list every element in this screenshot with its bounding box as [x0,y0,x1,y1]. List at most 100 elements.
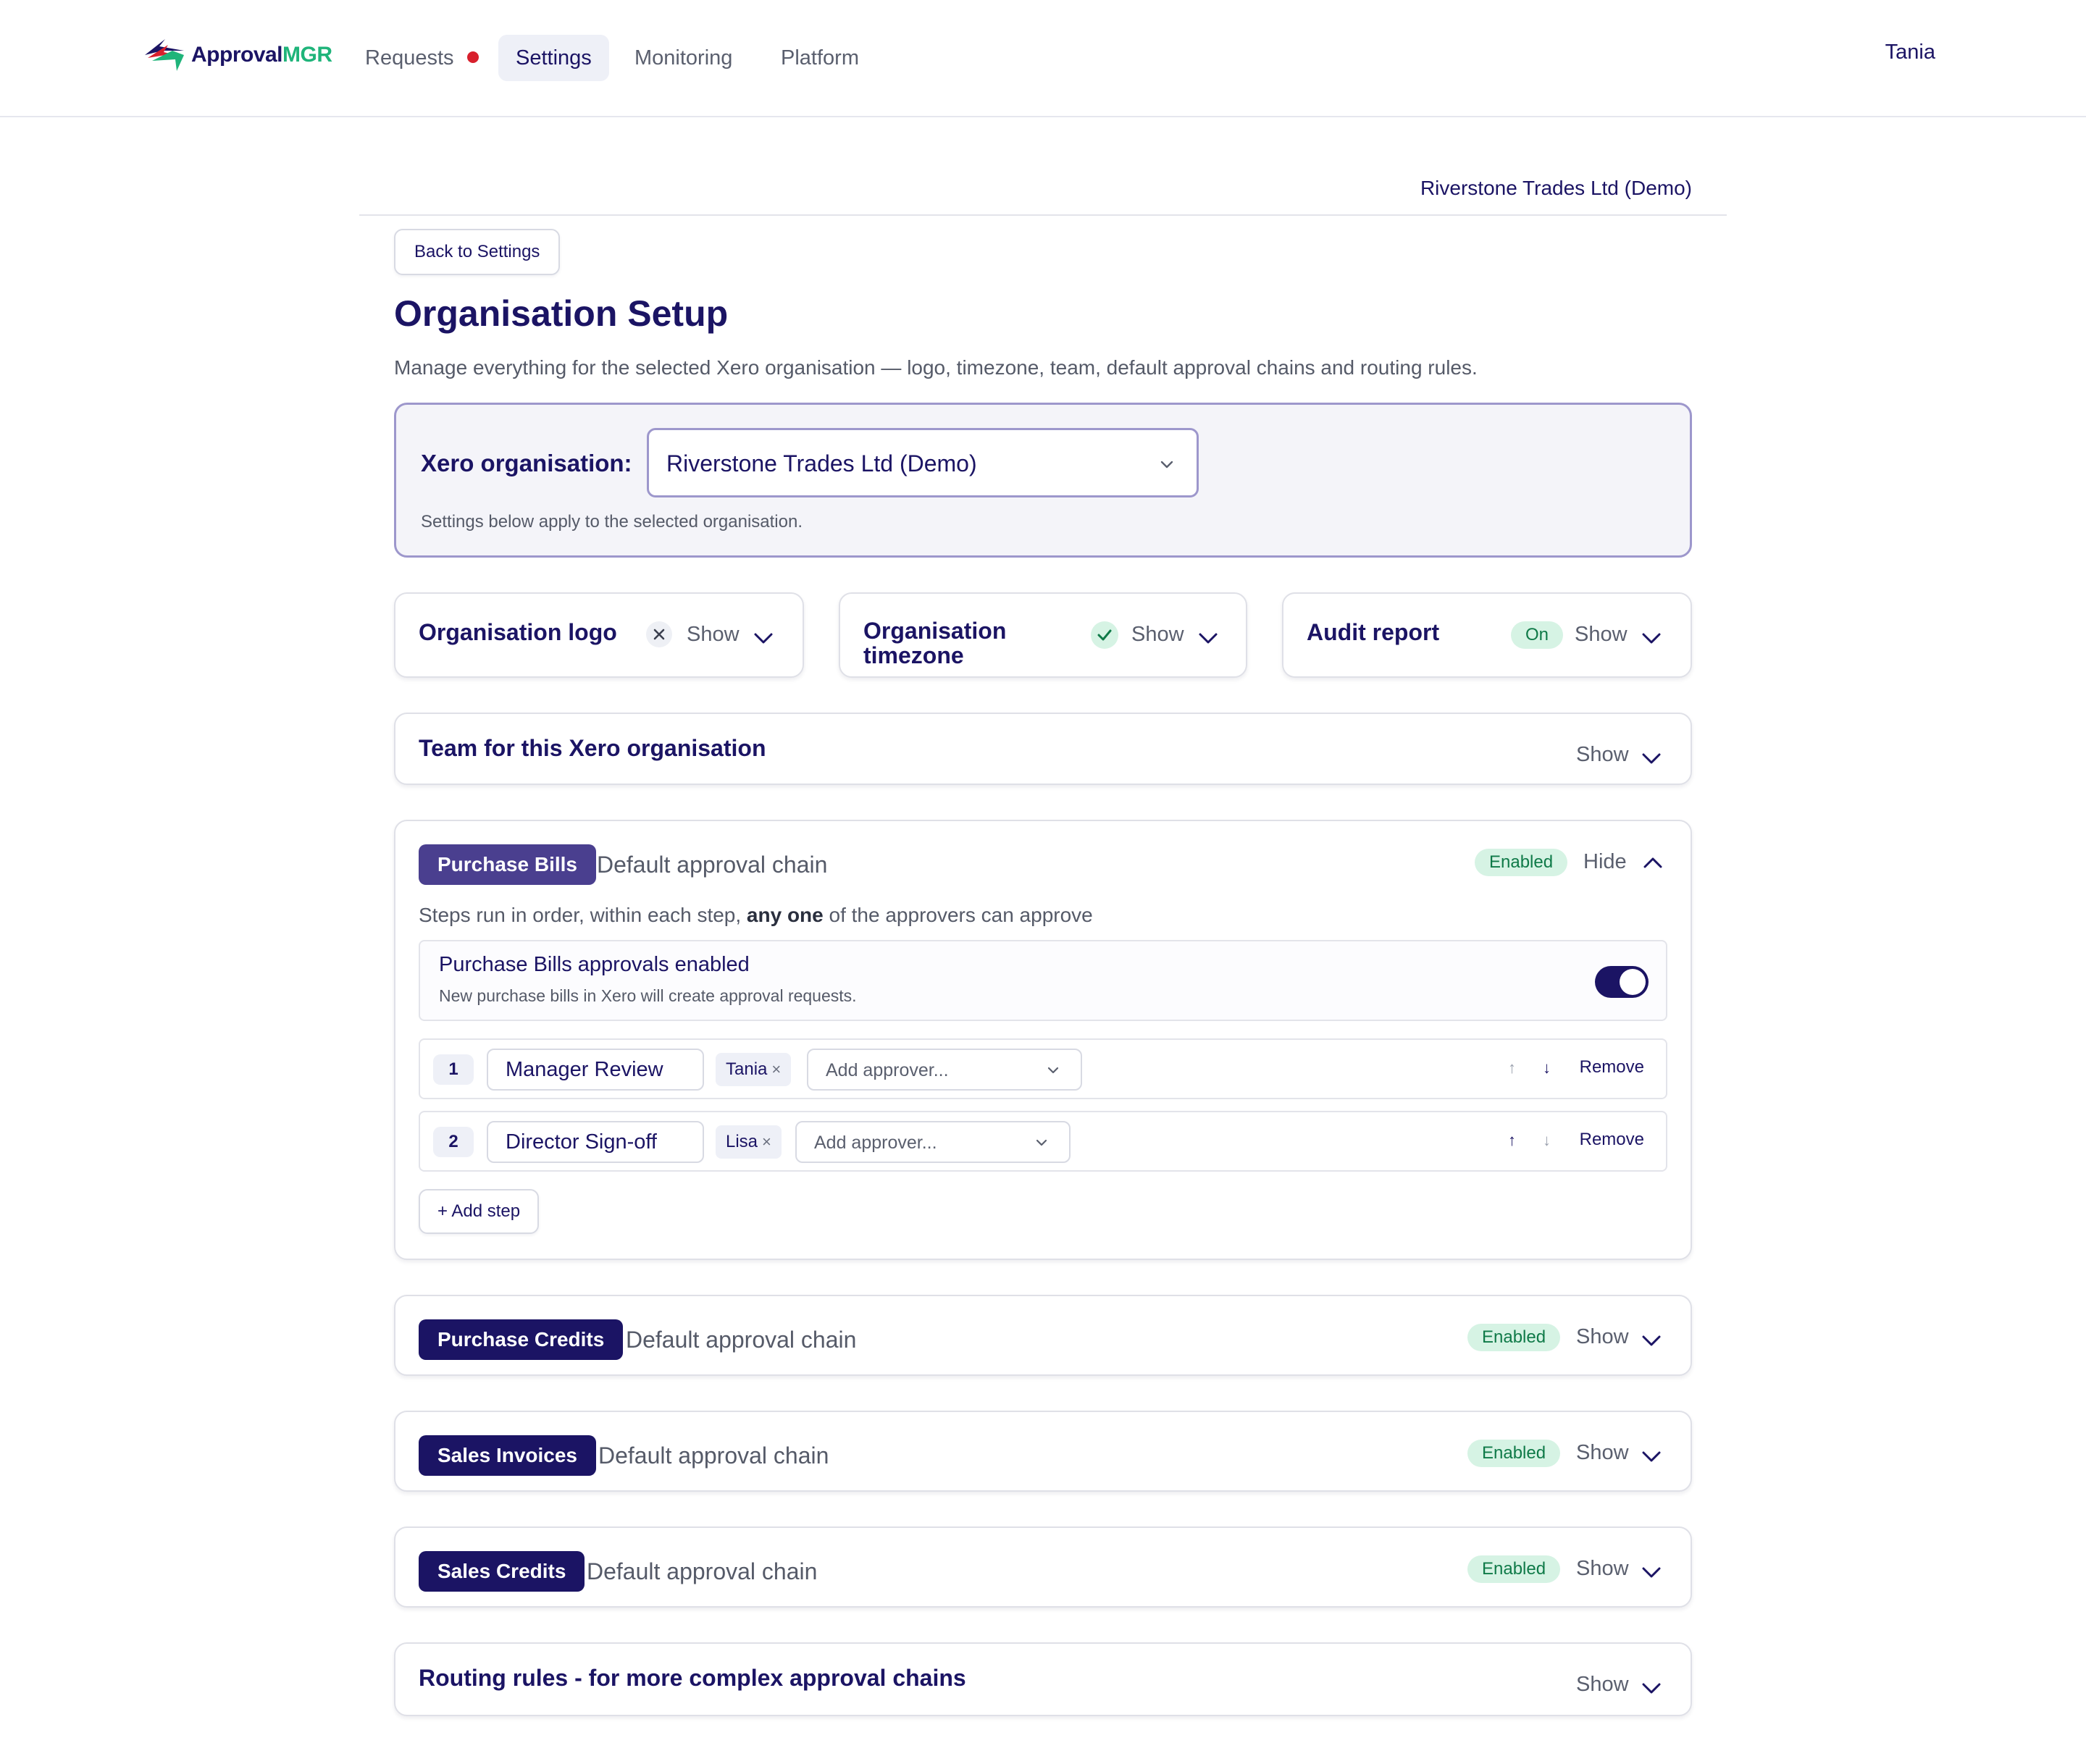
app-logo[interactable]: ApprovalMGR [143,33,332,77]
remove-step-button[interactable]: Remove [1580,1057,1644,1078]
chevron-down-icon[interactable] [1641,631,1662,644]
sales-credits-tag: Sales Credits [419,1551,585,1592]
nav-settings[interactable]: Settings [498,35,609,81]
add-approver-placeholder: Add approver... [826,1060,949,1080]
enabled-badge: Enabled [1467,1440,1561,1467]
purchase-credits-chain-card[interactable]: Purchase Credits Default approval chain … [394,1295,1692,1376]
nav-requests[interactable]: Requests [348,35,496,81]
top-navigation: ApprovalMGR Requests Settings Monitoring… [0,0,2086,117]
page-title: Organisation Setup [394,293,729,334]
show-toggle-label[interactable]: Show [687,623,740,647]
organisation-timezone-title: Organisation timezone [863,618,1006,668]
nav-requests-label: Requests [365,46,454,70]
note-emphasis: any one [746,904,824,926]
chevron-down-icon [1160,461,1173,469]
nav-platform-label: Platform [781,46,859,70]
remove-approver-icon[interactable]: × [771,1060,781,1078]
approver-chip: Lisa × [716,1125,782,1159]
move-down-icon[interactable]: ↓ [1543,1059,1551,1078]
note-text: Steps run in order, within each step, [419,904,747,926]
note-text: of the approvers can approve [823,904,1093,926]
team-card-title: Team for this Xero organisation [419,735,766,761]
chain-subtitle: Default approval chain [626,1327,857,1353]
approvals-enabled-toggle[interactable] [1595,966,1649,998]
org-select[interactable]: Riverstone Trades Ltd (Demo) [647,428,1199,497]
purchase-bills-tag: Purchase Bills [419,844,596,885]
hide-toggle-label[interactable]: Hide [1583,850,1627,874]
sales-invoices-tag: Sales Invoices [419,1435,597,1476]
show-toggle-label[interactable]: Show [1575,623,1628,647]
purchase-bills-chain-card: Purchase Bills Default approval chain En… [394,820,1692,1260]
enabled-badge: Enabled [1467,1324,1561,1351]
nav-monitoring-label: Monitoring [634,46,733,70]
approver-name: Tania [726,1059,768,1079]
add-approver-select[interactable]: Add approver... [795,1121,1071,1163]
approvals-enabled-title: Purchase Bills approvals enabled [439,953,750,976]
routing-rules-title: Routing rules - for more complex approva… [419,1665,966,1691]
chevron-down-icon[interactable] [753,631,774,644]
toggle-knob [1620,969,1646,995]
approver-chip: Tania × [716,1053,792,1086]
user-menu[interactable]: Tania [1885,41,1935,64]
show-toggle-label[interactable]: Show [1576,1441,1629,1465]
approver-name: Lisa [726,1132,758,1151]
move-up-icon[interactable]: ↑ [1508,1131,1516,1150]
organisation-logo-title: Organisation logo [419,619,617,645]
step-name-input[interactable]: Director Sign-off [487,1121,704,1163]
show-toggle-label[interactable]: Show [1576,743,1629,767]
logo-wordmark: ApprovalMGR [191,43,332,67]
move-down-icon[interactable]: ↓ [1543,1131,1551,1150]
chain-subtitle: Default approval chain [597,852,828,878]
org-selector-panel: Xero organisation: Riverstone Trades Ltd… [394,403,1692,558]
enabled-badge: Enabled [1475,849,1568,876]
organisation-logo-card[interactable]: Organisation logo Show [394,592,804,678]
back-to-settings-button[interactable]: Back to Settings [394,229,561,275]
approval-step-row: 1 Manager Review Tania × Add approver... … [419,1038,1667,1099]
remove-approver-icon[interactable]: × [762,1133,771,1151]
chevron-down-icon[interactable] [1641,752,1662,765]
enabled-badge: Enabled [1467,1555,1561,1583]
show-toggle-label[interactable]: Show [1576,1673,1629,1697]
routing-rules-card[interactable]: Routing rules - for more complex approva… [394,1642,1692,1716]
title-line: timezone [863,642,964,668]
show-toggle-label[interactable]: Show [1576,1557,1629,1581]
step-name-input[interactable]: Manager Review [487,1049,704,1091]
chevron-down-icon[interactable] [1641,1334,1662,1347]
move-up-icon[interactable]: ↑ [1508,1059,1516,1078]
check-icon [1091,621,1118,649]
current-org-name: Riverstone Trades Ltd (Demo) [1420,177,1692,199]
show-toggle-label[interactable]: Show [1576,1325,1629,1349]
add-approver-select[interactable]: Add approver... [807,1049,1082,1091]
steps-note: Steps run in order, within each step, an… [419,904,1093,927]
chevron-down-icon[interactable] [1198,631,1218,644]
remove-step-button[interactable]: Remove [1580,1130,1644,1150]
approvals-enabled-row: Purchase Bills approvals enabled New pur… [419,940,1667,1021]
team-card[interactable]: Team for this Xero organisation Show [394,713,1692,785]
chain-subtitle: Default approval chain [587,1558,818,1584]
org-select-value: Riverstone Trades Ltd (Demo) [666,450,977,476]
chevron-up-icon[interactable] [1643,856,1663,869]
step-number: 2 [433,1127,474,1157]
nav-monitoring[interactable]: Monitoring [617,35,750,81]
purchase-credits-tag: Purchase Credits [419,1319,624,1360]
nav-platform[interactable]: Platform [763,35,876,81]
approvals-enabled-description: New purchase bills in Xero will create a… [439,986,857,1005]
sales-credits-chain-card[interactable]: Sales Credits Default approval chain Ena… [394,1526,1692,1608]
x-icon [646,621,672,647]
audit-report-title: Audit report [1307,619,1440,645]
chevron-down-icon[interactable] [1641,1681,1662,1694]
divider [359,214,1727,216]
chevron-down-icon[interactable] [1641,1450,1662,1463]
step-number: 1 [433,1054,474,1085]
audit-report-card[interactable]: Audit report On Show [1282,592,1692,678]
sales-invoices-chain-card[interactable]: Sales Invoices Default approval chain En… [394,1411,1692,1492]
chain-subtitle: Default approval chain [598,1442,829,1469]
chevron-down-icon[interactable] [1641,1566,1662,1579]
page-subtitle: Manage everything for the selected Xero … [394,356,1478,379]
show-toggle-label[interactable]: Show [1131,623,1184,647]
approval-step-row: 2 Director Sign-off Lisa × Add approver..… [419,1111,1667,1172]
chevron-down-icon [1036,1139,1047,1146]
organisation-timezone-card[interactable]: Organisation timezone Show [839,592,1247,678]
add-step-button[interactable]: + Add step [419,1189,540,1234]
title-line: Organisation [863,618,1007,644]
